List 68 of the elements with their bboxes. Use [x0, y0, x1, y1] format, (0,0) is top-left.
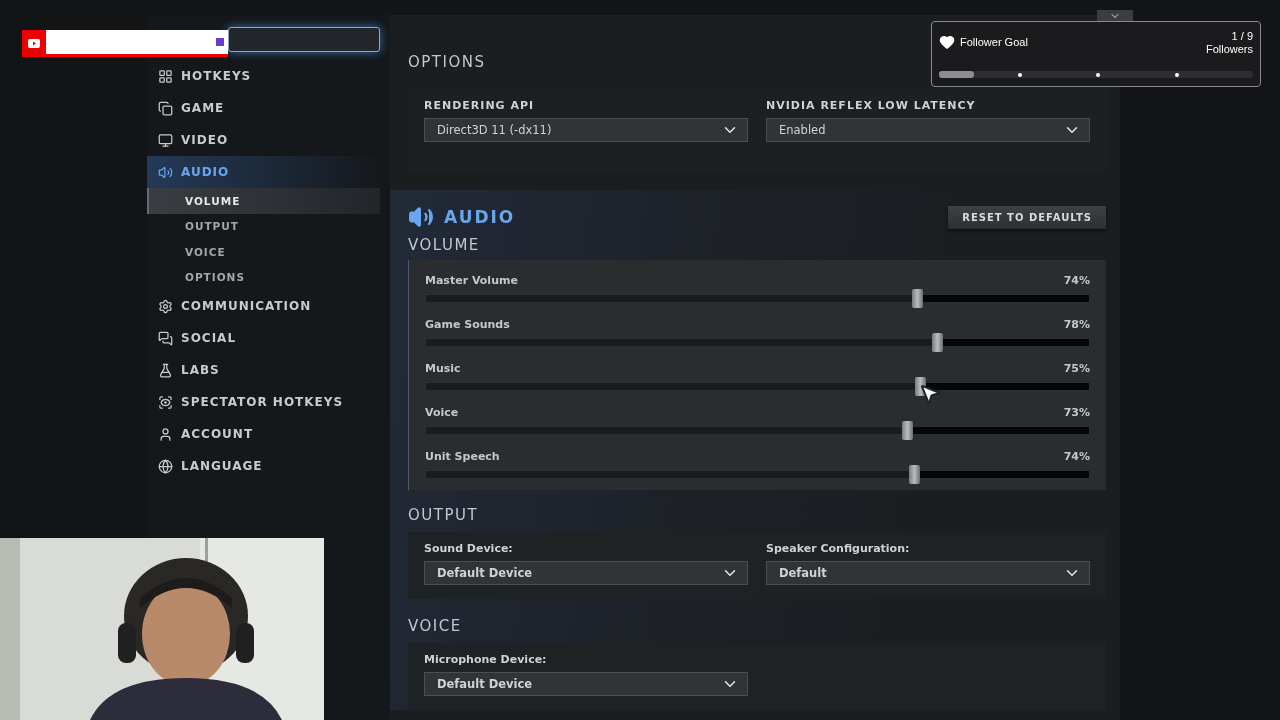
sidebar-subitem[interactable]: OPTIONS [147, 264, 380, 290]
sidebar-subitem[interactable]: OUTPUT [147, 213, 380, 239]
slider[interactable] [425, 464, 1090, 485]
dropdown[interactable]: Default [766, 561, 1090, 585]
sidebar-category[interactable]: ACCOUNT [147, 418, 380, 450]
slider-reading: 78% [1063, 318, 1090, 331]
slider-reading: 73% [1063, 406, 1090, 419]
sidebar-category[interactable]: HOTKEYS [147, 60, 380, 92]
sidebar-subitem[interactable]: VOLUME [147, 188, 380, 214]
category-icon [158, 330, 173, 346]
goal-title: Follower Goal [960, 36, 1028, 48]
panel-title: AUDIO [444, 207, 516, 227]
category-icon [158, 426, 173, 442]
dropdown[interactable]: Enabled [766, 118, 1090, 142]
goal-unit: Followers [1205, 43, 1253, 55]
dropdown[interactable]: Direct3D 11 (-dx11) [424, 118, 748, 142]
dropdown[interactable]: Default Device [424, 561, 748, 585]
slider[interactable] [425, 288, 1090, 309]
category-icon [158, 362, 173, 378]
slider-label: Voice [425, 406, 459, 419]
slider-label: Master Volume [425, 274, 518, 287]
slider-reading: 75% [1063, 362, 1090, 375]
field-label: Speaker Configuration: [766, 542, 911, 555]
section-heading: VOLUME [407, 235, 480, 256]
dropdown[interactable]: Default Device [424, 672, 748, 696]
category-icon [158, 164, 173, 180]
reset-button[interactable]: RESET TO DEFAULTS [948, 205, 1106, 229]
play-icon [28, 39, 40, 48]
sidebar-category[interactable]: LANGUAGE [147, 450, 380, 482]
sidebar-category[interactable]: SOCIAL [147, 322, 380, 354]
slider[interactable] [425, 332, 1090, 353]
slider-label: Unit Speech [425, 450, 500, 463]
field-label: Microphone Device: [424, 653, 548, 666]
sidebar-category[interactable]: LABS [147, 354, 380, 386]
field-label: NVIDIA REFLEX LOW LATENCY [766, 99, 977, 112]
slider-thumb[interactable] [908, 465, 920, 484]
category-icon [158, 132, 173, 148]
goal-count: 1 / 9 [1231, 30, 1253, 42]
slider-thumb[interactable] [932, 333, 944, 352]
collapse-tab[interactable] [1097, 10, 1133, 22]
field-label: Sound Device: [424, 542, 514, 555]
sidebar-category[interactable]: VIDEO [147, 124, 380, 156]
slider-thumb[interactable] [902, 421, 914, 440]
field-label: RENDERING API [424, 99, 536, 112]
slider-thumb[interactable] [912, 289, 924, 308]
category-icon [158, 68, 173, 84]
speaker-icon [408, 204, 434, 230]
category-icon [158, 394, 173, 410]
cursor-icon [918, 382, 942, 406]
square-icon [216, 38, 224, 46]
slider-reading: 74% [1063, 274, 1090, 287]
slider-label: Game Sounds [425, 318, 510, 331]
category-icon [158, 100, 173, 116]
sidebar-category[interactable]: SPECTATOR HOTKEYS [147, 386, 380, 418]
search-field[interactable] [228, 27, 380, 52]
category-icon [158, 458, 173, 474]
heart-icon [939, 34, 955, 50]
category-icon [158, 298, 173, 314]
slider[interactable] [425, 420, 1090, 441]
slider-label: Music [425, 362, 461, 375]
slider-reading: 74% [1063, 450, 1090, 463]
sidebar-subitem[interactable]: VOICE [147, 239, 380, 265]
section-heading: OUTPUT [407, 505, 479, 526]
section-heading: OPTIONS [407, 52, 486, 73]
sidebar-category[interactable]: GAME [147, 92, 380, 124]
section-heading: VOICE [407, 616, 462, 637]
sidebar-category[interactable]: COMMUNICATION [147, 290, 380, 322]
slider[interactable] [425, 376, 1090, 397]
